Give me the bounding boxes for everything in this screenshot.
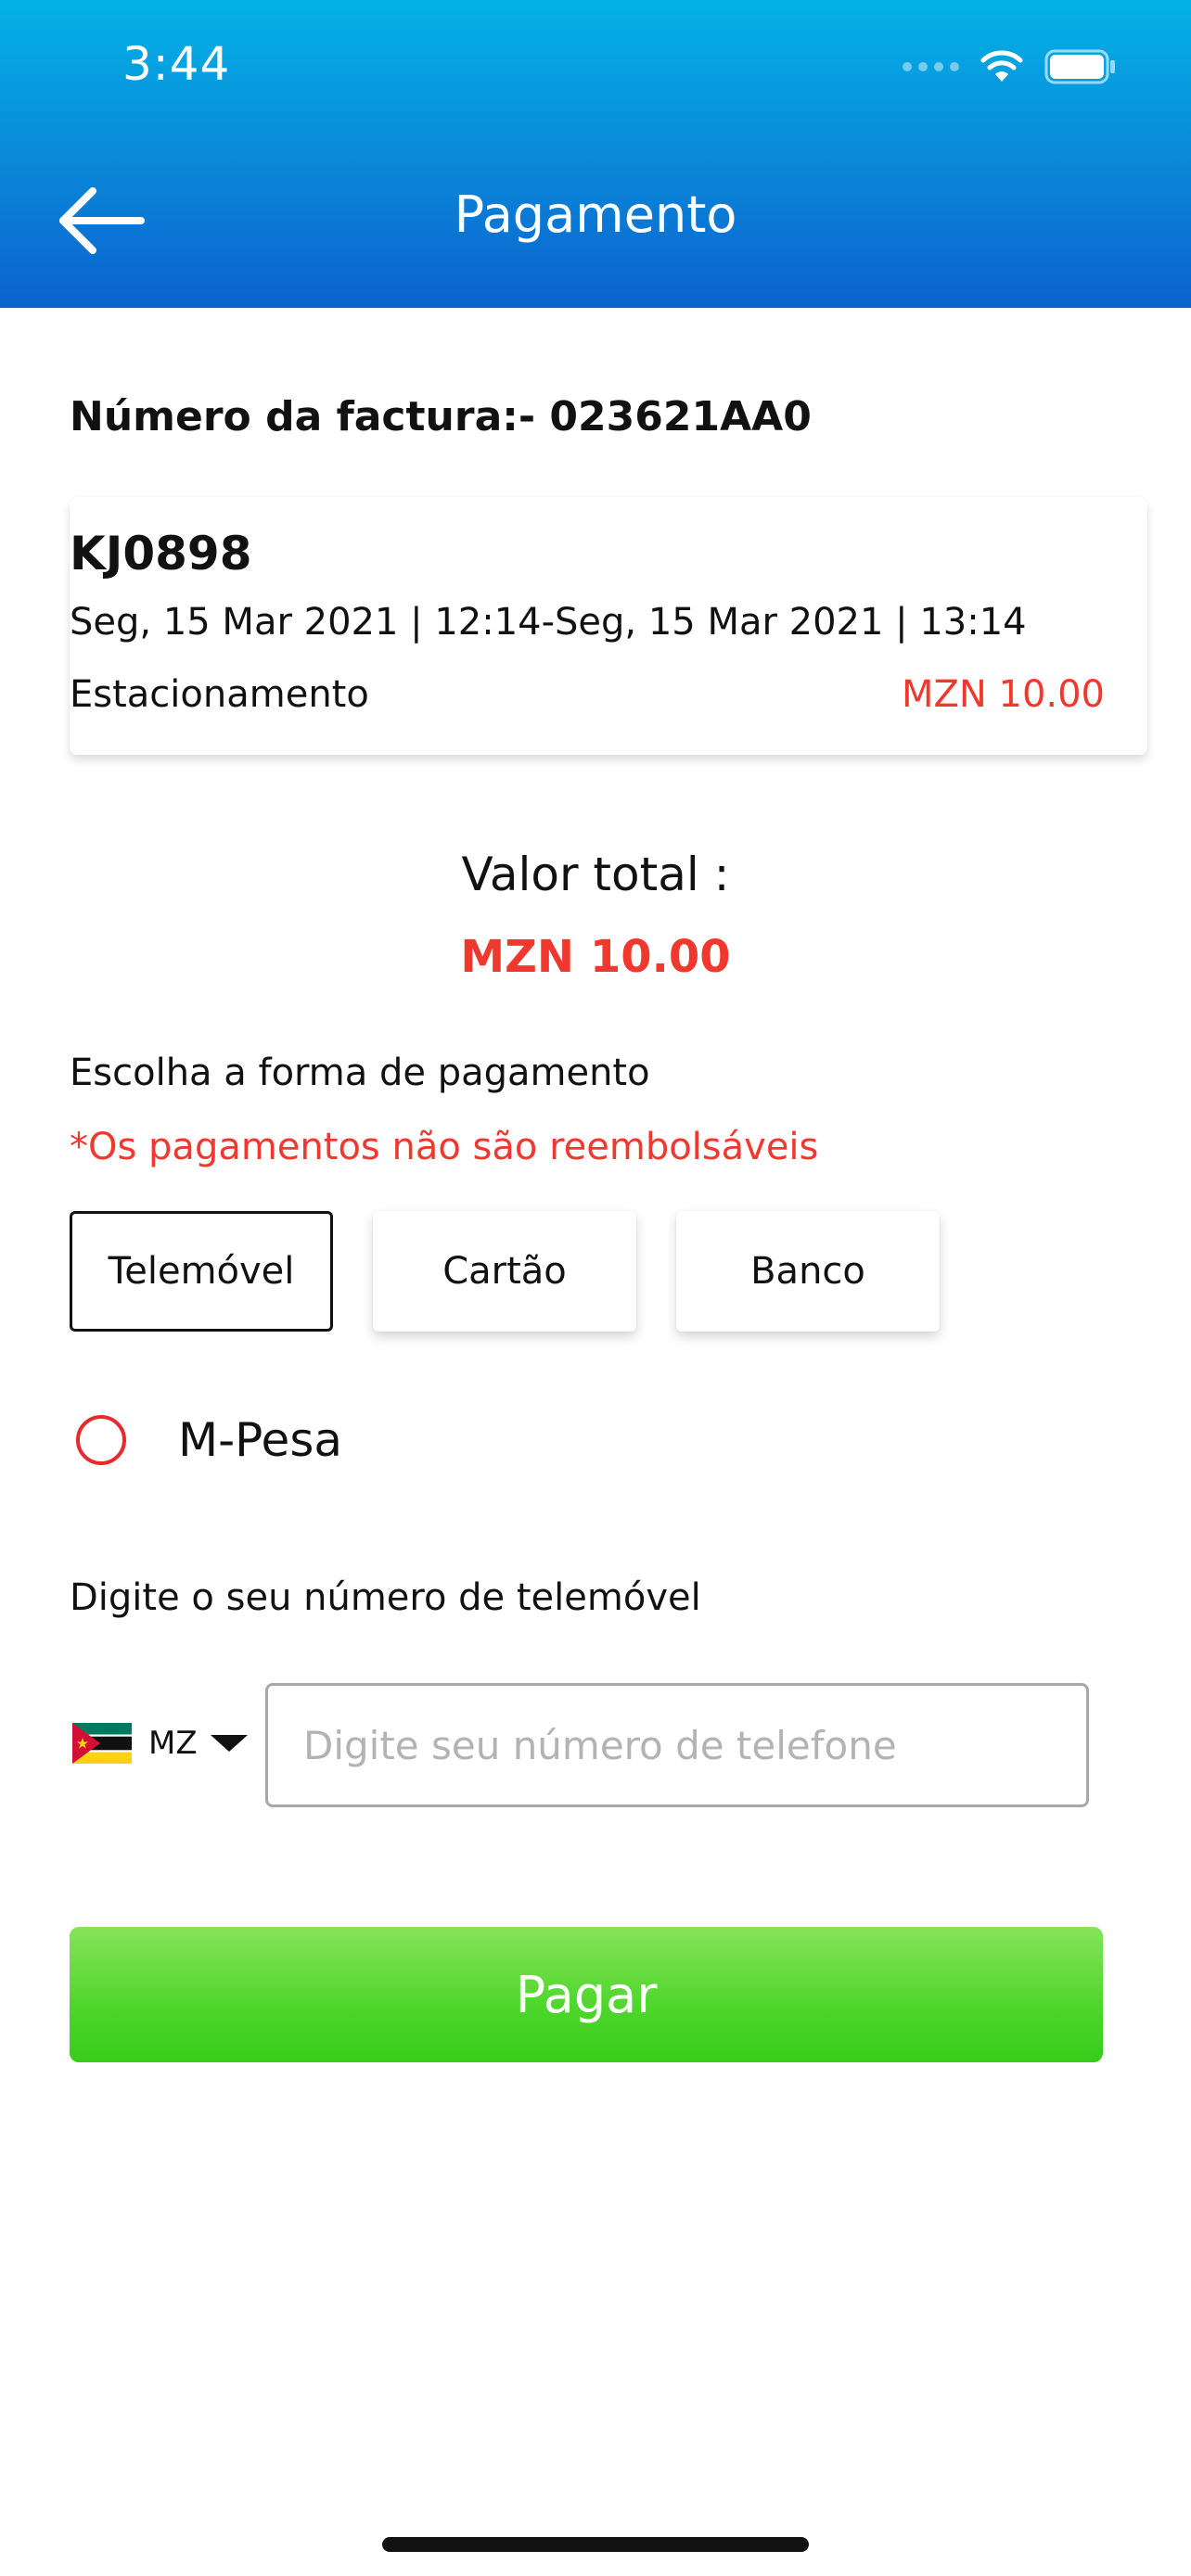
refund-note: *Os pagamentos não são reembolsáveis [70, 1126, 819, 1168]
pay-button[interactable]: Pagar [70, 1927, 1103, 2062]
invoice-number: Número da factura:- 023621AA0 [70, 393, 812, 440]
tab-telemovel[interactable]: Telemóvel [70, 1211, 333, 1332]
total-value: MZN 10.00 [460, 931, 731, 983]
chevron-down-icon [210, 1735, 248, 1752]
mozambique-flag-icon [72, 1723, 132, 1764]
status-indicators [903, 46, 1117, 87]
status-time: 3:44 [122, 37, 231, 91]
mpesa-label: M-Pesa [178, 1413, 343, 1467]
phone-number-label: Digite o seu número de telemóvel [70, 1576, 701, 1619]
radio-button[interactable] [76, 1415, 126, 1465]
wifi-icon [980, 50, 1024, 83]
country-code-picker[interactable]: MZ [72, 1717, 248, 1769]
page-title: Pagamento [454, 185, 737, 244]
service-price: MZN 10.00 [901, 673, 1105, 716]
total-label: Valor total : [461, 848, 730, 901]
country-code: MZ [148, 1725, 198, 1762]
vehicle-plate: KJ0898 [70, 527, 252, 580]
phone-number-input[interactable] [265, 1683, 1089, 1807]
service-name: Estacionamento [70, 673, 369, 716]
battery-icon [1044, 49, 1117, 84]
tab-banco[interactable]: Banco [676, 1211, 940, 1332]
cellular-signal-icon [903, 62, 959, 71]
booking-card: KJ0898 Seg, 15 Mar 2021 | 12:14-Seg, 15 … [70, 497, 1147, 755]
app-header: 3:44 Pagamento [0, 0, 1191, 308]
mpesa-option[interactable]: M-Pesa [76, 1413, 342, 1467]
payment-method-label: Escolha a forma de pagamento [70, 1052, 650, 1094]
booking-dates: Seg, 15 Mar 2021 | 12:14-Seg, 15 Mar 202… [70, 601, 1027, 644]
home-indicator [382, 2537, 809, 2552]
tab-cartao[interactable]: Cartão [373, 1211, 636, 1332]
